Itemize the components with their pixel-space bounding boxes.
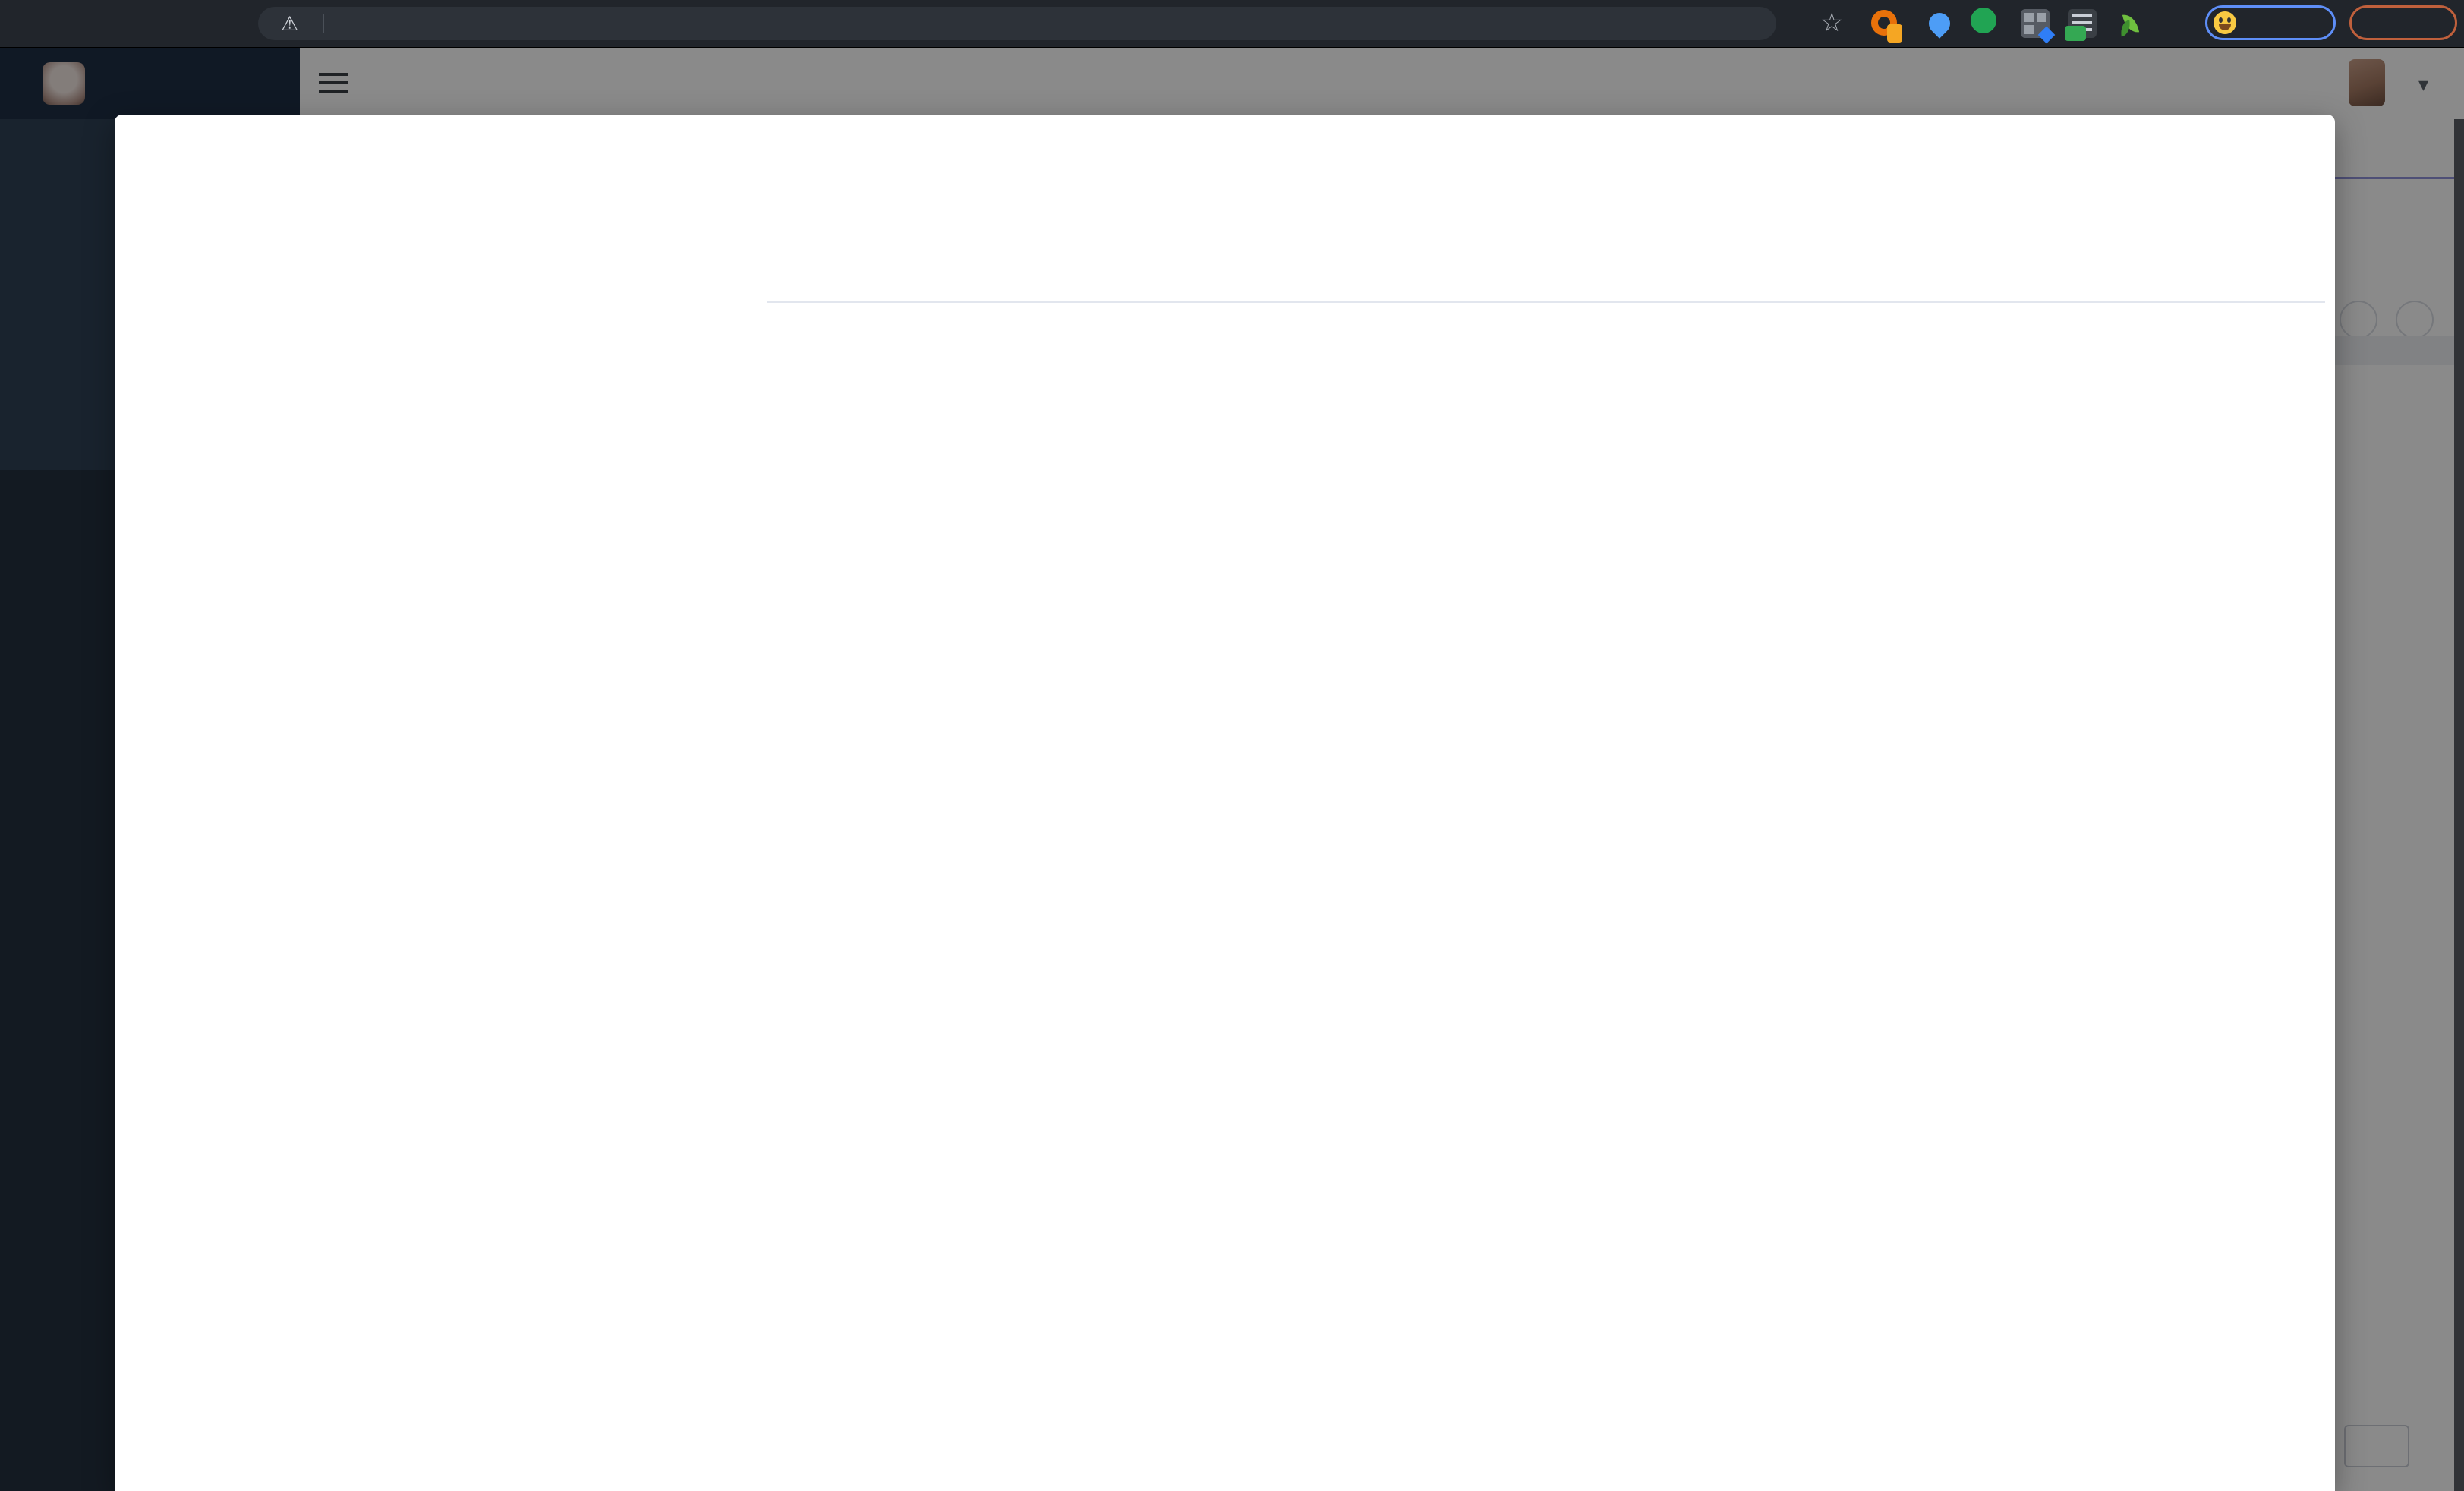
extension-sprout-icon[interactable] xyxy=(2115,8,2148,41)
code-preview-dialog xyxy=(115,115,2335,1491)
extension-donut-icon[interactable] xyxy=(1869,8,1902,41)
address-bar[interactable]: ⚠ xyxy=(258,7,1776,40)
extension-v-icon[interactable] xyxy=(1971,8,2004,41)
tabs-underline-track xyxy=(767,301,2325,303)
bookmark-star-icon[interactable]: ☆ xyxy=(1820,8,1843,38)
paused-extension-pill[interactable] xyxy=(2205,5,2336,40)
divider xyxy=(323,14,324,33)
emoji-face-icon xyxy=(2214,11,2236,34)
extension-grid-icon[interactable] xyxy=(2019,8,2053,41)
extension-switch-icon[interactable] xyxy=(2066,8,2100,41)
forward-icon[interactable] xyxy=(88,11,114,36)
warning-icon: ⚠ xyxy=(281,12,298,36)
extension-badge xyxy=(1887,24,1902,43)
browser-toolbar: ⚠ ☆ xyxy=(0,0,2464,48)
back-icon[interactable] xyxy=(27,11,53,36)
extension-pin-icon[interactable] xyxy=(1924,8,1957,41)
chrome-update-button[interactable] xyxy=(2349,5,2457,40)
file-tabs-bar xyxy=(767,251,2324,301)
reload-icon[interactable] xyxy=(149,11,175,36)
home-icon[interactable] xyxy=(210,11,235,36)
extension-puzzle-icon[interactable] xyxy=(2160,8,2194,41)
